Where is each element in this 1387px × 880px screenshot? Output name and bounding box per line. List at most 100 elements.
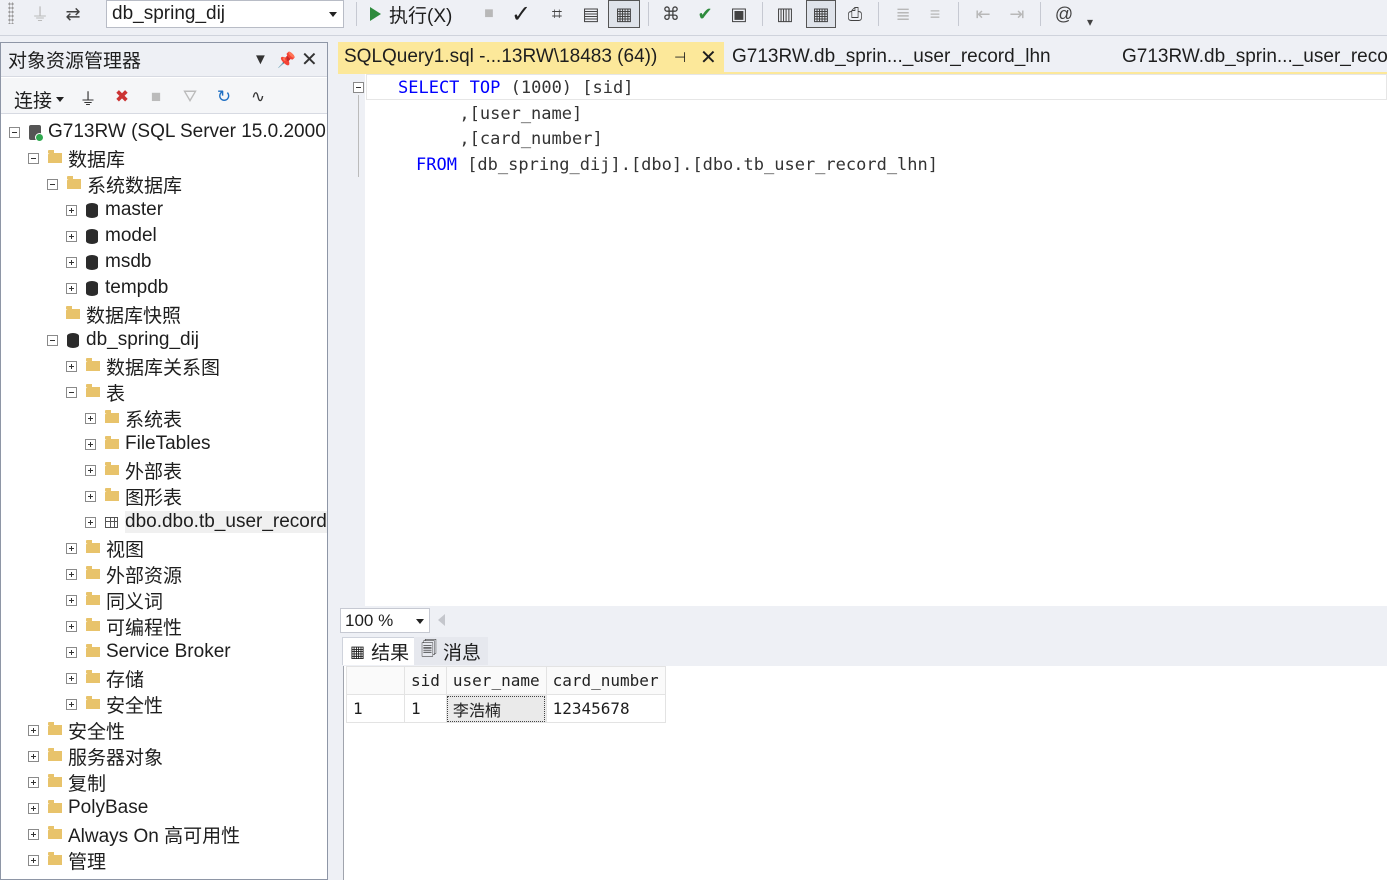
tree-node-system-tables[interactable]: 系统表 — [85, 405, 182, 431]
expand-icon[interactable] — [85, 490, 96, 502]
tree-node-programmability[interactable]: 可编程性 — [66, 613, 182, 639]
tree-node-external-tables[interactable]: 外部表 — [85, 457, 182, 483]
tab-sqlquery1[interactable]: SQLQuery1.sql -...13RW\18483 (64)) ⊣ ✕ — [338, 42, 724, 72]
scroll-left-icon[interactable] — [438, 614, 445, 626]
expand-icon[interactable] — [66, 282, 77, 294]
expand-icon[interactable] — [85, 464, 96, 476]
database-select[interactable]: db_spring_dij — [106, 0, 344, 28]
row-number-cell[interactable]: 1 — [346, 694, 405, 723]
tree-node-server-objects[interactable]: 服务器对象 — [28, 743, 163, 769]
toolbar-overflow-icon[interactable]: ▾ — [1082, 8, 1098, 36]
tree-node-databases[interactable]: 数据库 — [28, 145, 125, 171]
expand-icon[interactable] — [66, 230, 77, 242]
tree-node-msdb[interactable]: msdb — [66, 249, 151, 275]
results-to-text-icon[interactable]: ▥ — [772, 0, 798, 28]
collapse-icon[interactable] — [47, 178, 58, 190]
tree-node-storage[interactable]: 存储 — [66, 665, 144, 691]
uncomment-icon[interactable]: ≡ — [922, 0, 948, 28]
stop-icon[interactable]: ■ — [145, 86, 167, 108]
expand-icon[interactable] — [28, 724, 39, 736]
specify-values-icon[interactable]: @ — [1050, 0, 1078, 28]
tab-messages[interactable]: 🗐 消息 — [414, 637, 488, 665]
tree-node-system-databases[interactable]: 系统数据库 — [47, 171, 182, 197]
disconnect-icon[interactable]: ✖ — [111, 86, 133, 108]
column-header-sid[interactable]: sid — [404, 666, 447, 695]
decrease-indent-icon[interactable]: ⇤ — [970, 0, 996, 28]
results-grid-icon[interactable]: ▦ — [806, 0, 836, 28]
refresh-icon[interactable]: ↻ — [213, 86, 235, 108]
tree-node-service-broker[interactable]: Service Broker — [66, 639, 231, 665]
tree-node-user-table[interactable]: dbo.dbo.tb_user_record — [85, 509, 327, 535]
tree-node-graph-tables[interactable]: 图形表 — [85, 483, 182, 509]
grid-cell-card-number[interactable]: 12345678 — [545, 694, 666, 723]
increase-indent-icon[interactable]: ⇥ — [1004, 0, 1030, 28]
include-plan-icon[interactable]: ⌘ — [658, 0, 684, 28]
expand-icon[interactable] — [28, 854, 39, 866]
collapse-icon[interactable] — [353, 82, 364, 93]
query-designer-icon[interactable]: ▤ — [578, 0, 604, 28]
tree-node-diagrams[interactable]: 数据库关系图 — [66, 353, 220, 379]
tab-table-record[interactable]: G713RW.db_sprin..._user_record_lhn — [726, 42, 1116, 72]
change-connection-icon[interactable]: ⇄ — [60, 0, 86, 28]
query-editor[interactable]: SELECT TOP (1000) [sid] ,[user_name] ,[c… — [338, 72, 1387, 608]
connect-plug-icon[interactable]: ⏚ — [77, 86, 99, 109]
expand-icon[interactable] — [66, 698, 77, 710]
grid-cell-user-name[interactable]: 李浩楠 — [445, 694, 547, 723]
tree-node-server[interactable]: G713RW (SQL Server 15.0.2000.5 — [9, 119, 327, 145]
expand-icon[interactable] — [28, 776, 39, 788]
tree-node-model[interactable]: model — [66, 223, 157, 249]
tree-node-management[interactable]: 管理 — [28, 847, 106, 873]
zoom-select[interactable]: 100 % — [340, 608, 430, 633]
tree-node-always-on[interactable]: Always On 高可用性 — [28, 821, 240, 847]
tree-node-tempdb[interactable]: tempdb — [66, 275, 168, 301]
pin-icon[interactable]: ⊣ — [674, 49, 686, 66]
expand-icon[interactable] — [66, 568, 77, 580]
expand-icon[interactable] — [85, 412, 96, 424]
tab-table-record-2[interactable]: G713RW.db_sprin..._user_recor — [1116, 42, 1387, 72]
expand-icon[interactable] — [66, 256, 77, 268]
live-stats-icon[interactable]: ✔ — [692, 0, 718, 28]
column-header-card-number[interactable]: card_number — [545, 666, 666, 695]
expand-icon[interactable] — [66, 204, 77, 216]
tree-node-master[interactable]: master — [66, 197, 163, 223]
expand-icon[interactable] — [28, 750, 39, 762]
window-position-icon[interactable]: ▼ — [253, 51, 268, 68]
expand-icon[interactable] — [66, 594, 77, 606]
close-icon[interactable]: ✕ — [700, 45, 717, 70]
collapse-icon[interactable] — [28, 152, 39, 164]
expand-icon[interactable] — [28, 802, 39, 814]
expand-icon[interactable] — [66, 646, 77, 658]
client-stats-icon[interactable]: ▣ — [726, 0, 752, 28]
collapse-icon[interactable] — [9, 126, 20, 138]
expand-icon[interactable] — [66, 672, 77, 684]
execute-button[interactable]: 执行(X) — [370, 0, 452, 28]
connect-button[interactable]: 连接 — [14, 86, 65, 113]
pin-icon[interactable]: 📌 — [277, 51, 296, 69]
tree-node-polybase[interactable]: PolyBase — [28, 795, 148, 821]
comment-icon[interactable]: ≣ — [890, 0, 916, 28]
expand-icon[interactable] — [85, 438, 96, 450]
tree-node-db-security[interactable]: 安全性 — [66, 691, 163, 717]
tree-node-db-spring-dij[interactable]: db_spring_dij — [47, 327, 199, 353]
tree-node-replication[interactable]: 复制 — [28, 769, 106, 795]
column-header-user-name[interactable]: user_name — [445, 666, 547, 695]
expand-icon[interactable] — [85, 516, 96, 528]
tree-node-security[interactable]: 安全性 — [28, 717, 125, 743]
plug-icon[interactable]: ⏚ — [30, 0, 50, 28]
tree-node-external-resources[interactable]: 外部资源 — [66, 561, 182, 587]
expand-icon[interactable] — [66, 620, 77, 632]
collapse-icon[interactable] — [47, 334, 58, 346]
results-to-grid-icon[interactable]: ▦ — [608, 0, 640, 28]
tree-node-tables[interactable]: 表 — [66, 379, 125, 405]
estimated-plan-icon[interactable]: ⌗ — [544, 0, 570, 28]
tree-node-snapshots[interactable]: 数据库快照 — [66, 301, 181, 327]
results-to-file-icon[interactable]: ⎙ — [842, 0, 868, 28]
tree-node-synonyms[interactable]: 同义词 — [66, 587, 163, 613]
filter-icon[interactable]: ⛛ — [179, 86, 201, 108]
parse-checkmark-icon[interactable]: ✓ — [508, 0, 534, 28]
collapse-icon[interactable] — [66, 386, 77, 398]
tree-node-filetables[interactable]: FileTables — [85, 431, 211, 457]
stop-icon[interactable]: ■ — [478, 0, 500, 28]
expand-icon[interactable] — [28, 828, 39, 840]
grid-cell-sid[interactable]: 1 — [404, 694, 447, 723]
